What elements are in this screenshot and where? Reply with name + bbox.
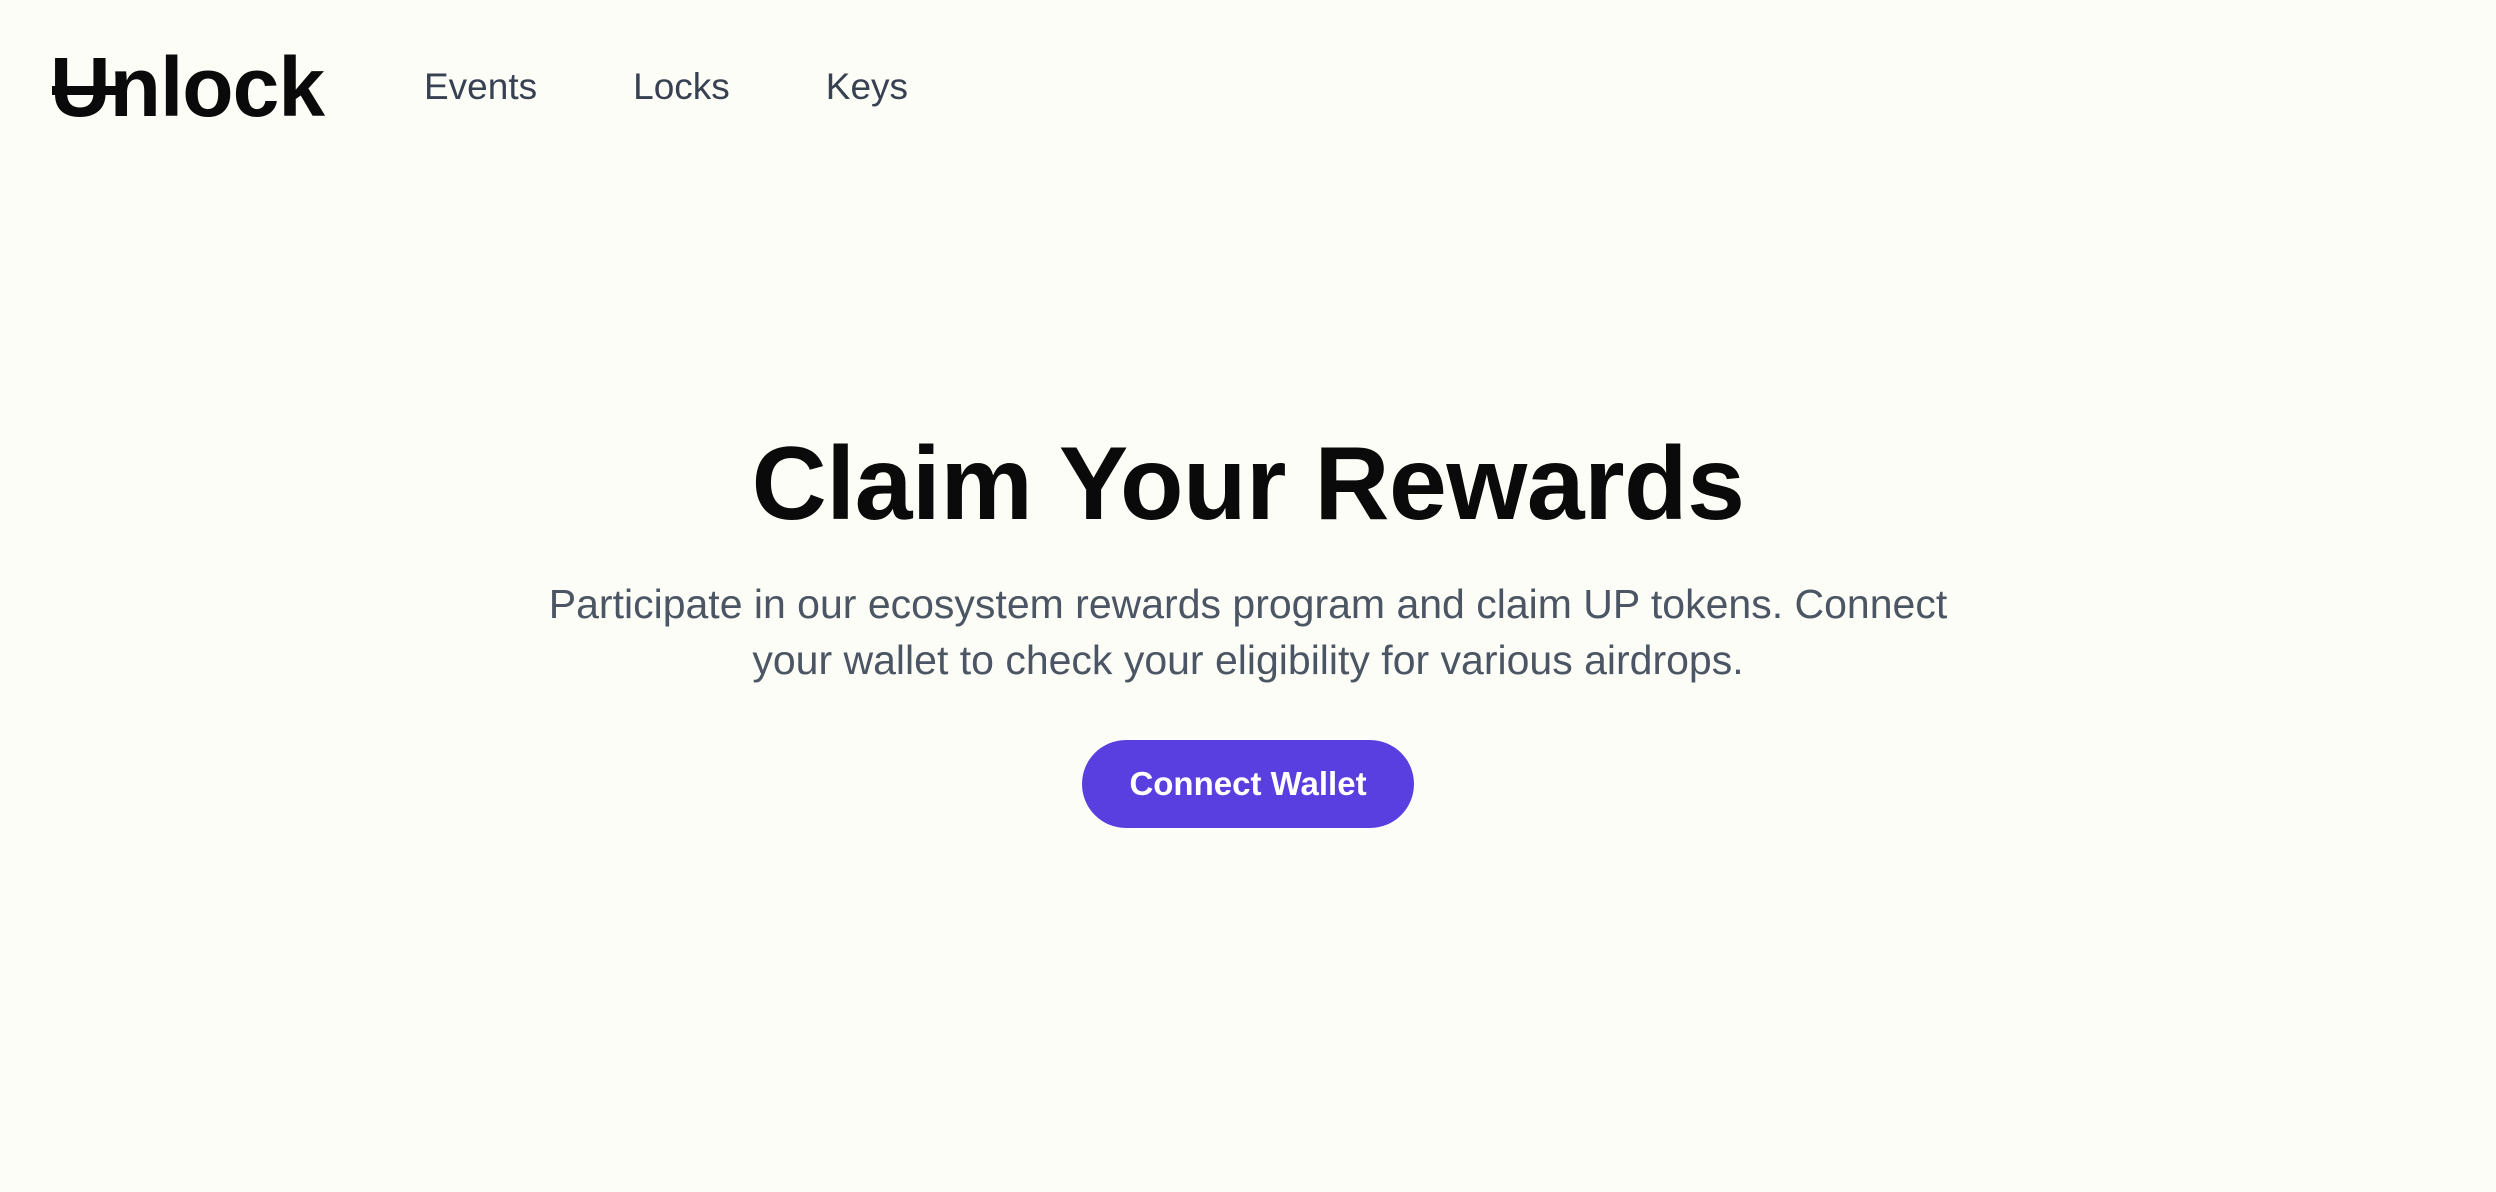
nav-link-events[interactable]: Events bbox=[424, 64, 537, 110]
logo-strike-mark bbox=[52, 86, 118, 95]
connect-wallet-button[interactable]: Connect Wallet bbox=[1082, 740, 1414, 828]
hero-section: Claim Your Rewards Participate in our ec… bbox=[0, 420, 2496, 828]
unlock-logo[interactable]: Unlock bbox=[50, 44, 325, 130]
nav-link-locks[interactable]: Locks bbox=[633, 64, 730, 110]
hero-title: Claim Your Rewards bbox=[751, 426, 1745, 542]
site-header: Unlock Events Locks Keys bbox=[0, 0, 2496, 170]
nav-link-keys[interactable]: Keys bbox=[826, 64, 908, 110]
hero-description: Participate in our ecosystem rewards pro… bbox=[548, 581, 1948, 683]
main-nav: Events Locks Keys bbox=[424, 64, 1004, 110]
